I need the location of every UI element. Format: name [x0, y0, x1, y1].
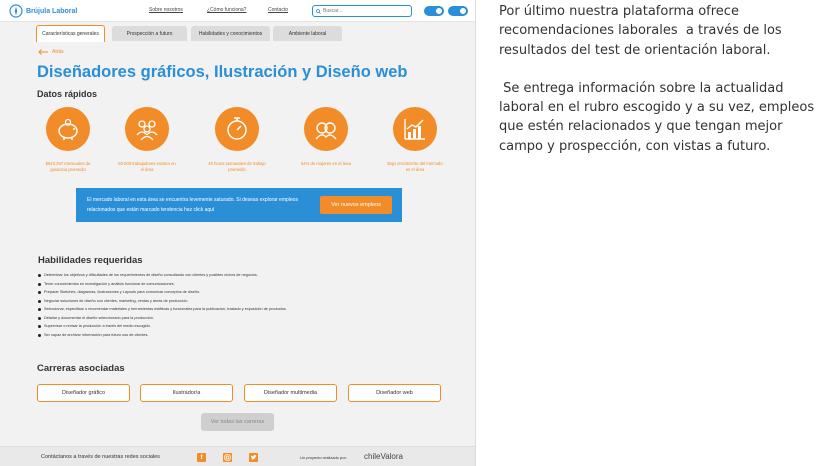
tab-skills-knowledge[interactable]: Habilidades y conocimientos [191, 26, 270, 41]
view-all-careers-button[interactable]: Ver todas las carreras [201, 413, 274, 431]
quick-facts-heading: Datos rápidos [37, 89, 98, 99]
list-item: Seleccionar, especificar o recomendar ma… [38, 305, 348, 314]
back-label: Atrás [52, 49, 64, 55]
description-paragraph-2: Se entrega información sobre la actualid… [499, 80, 818, 154]
compass-logo-icon [9, 4, 23, 18]
workers-icon [136, 120, 158, 141]
stat-label: $643.257 mensuales de ganancia promedio [45, 161, 91, 172]
stopwatch-icon [227, 117, 247, 140]
site-footer: Contáctanos a través de nuestras redes s… [0, 446, 475, 466]
search-icon [316, 8, 321, 14]
stat-label: 50.000 trabajadores existen en el área [118, 161, 176, 172]
list-item: Determinar los objetivos y dificultades … [38, 271, 348, 280]
stat-salary: $643.257 mensuales de ganancia promedio [38, 107, 98, 172]
tab-future-prospects[interactable]: Prospección a futuro [112, 26, 187, 41]
description-paragraph-1: Por último nuestra plataforma ofrece rec… [499, 4, 786, 58]
tab-general-features[interactable]: Características generales [36, 25, 105, 42]
list-item: Detallar y documentar el diseño seleccio… [38, 314, 348, 323]
list-item: Supervisar o revisar la producción a tra… [38, 322, 348, 331]
stat-workers: 50.000 trabajadores existen en el área [117, 107, 177, 172]
stat-hours: 40 horas semanales de trabajo promedio [207, 107, 267, 172]
skills-heading: Habilidades requeridas [38, 255, 143, 266]
market-banner: El mercado laboral en esta área se encue… [76, 188, 402, 222]
instagram-glyph [224, 454, 231, 461]
list-item: Tener conocimientos en investigación y a… [38, 280, 348, 289]
footer-project-text: Un proyecto realizado por: [300, 455, 347, 460]
stat-circle [46, 107, 90, 151]
site-header: Brújula Laboral Sobre nosotros ¿Cómo fun… [0, 0, 475, 22]
stat-growth: Bajo crecimiento del mercado en el área [385, 107, 445, 172]
nav-link-contact[interactable]: Contacto [268, 7, 288, 13]
toggle-switch-2[interactable] [448, 6, 468, 16]
piggy-bank-icon [58, 118, 78, 140]
list-item: Preparar Sketches, diagramas, Ilustracio… [38, 288, 348, 297]
career-button-web-designer[interactable]: Diseñador web [348, 384, 441, 402]
stat-women: 54% de mujeres en el área [296, 107, 356, 167]
view-new-jobs-button[interactable]: Ver nuevos empleos [320, 196, 392, 214]
search-input[interactable] [323, 8, 403, 14]
chilevalora-logo[interactable]: chileValora [364, 452, 403, 461]
stat-circle [304, 107, 348, 151]
career-button-illustrator[interactable]: Ilustrador/a [140, 384, 233, 402]
stat-circle [393, 107, 437, 151]
career-button-multimedia-designer[interactable]: Diseñador multimedia [244, 384, 337, 402]
list-item: Negociar soluciones de diseño con client… [38, 297, 348, 306]
nav-link-about[interactable]: Sobre nosotros [149, 7, 183, 13]
app-screenshot: Brújula Laboral Sobre nosotros ¿Cómo fun… [0, 0, 476, 466]
stat-label: Bajo crecimiento del mercado en el área [387, 161, 443, 172]
toggle-knob [459, 7, 467, 15]
footer-social-text: Contáctanos a través de nuestras redes s… [41, 454, 160, 460]
page-title: Diseñadores gráficos, Ilustración y Dise… [37, 63, 408, 81]
twitter-icon[interactable] [249, 453, 258, 462]
career-button-graphic-designer[interactable]: Diseñador gráfico [37, 384, 130, 402]
careers-heading: Carreras asociadas [37, 363, 125, 374]
stat-label: 40 horas semanales de trabajo promedio [208, 161, 266, 172]
arrow-left-icon [38, 49, 48, 55]
twitter-glyph [250, 454, 257, 460]
back-link[interactable]: Atrás [38, 49, 64, 55]
stat-circle [125, 107, 169, 151]
logo-text: Brújula Laboral [26, 7, 78, 15]
stat-label: 54% de mujeres en el área [300, 161, 352, 166]
skills-list: Determinar los objetivos y dificultades … [38, 271, 348, 339]
banner-text: El mercado laboral en esta área se encue… [87, 197, 298, 213]
tab-work-environment[interactable]: Ambiente laboral [273, 26, 342, 41]
toggle-switch-1[interactable] [424, 6, 444, 16]
description-panel: Por último nuestra plataforma ofrece rec… [499, 2, 817, 156]
nav-link-how-it-works[interactable]: ¿Cómo funciona? [207, 7, 246, 13]
growth-chart-icon [404, 119, 425, 140]
search-box[interactable] [312, 5, 412, 17]
list-item: Ser capaz de archivar información para f… [38, 331, 348, 340]
logo[interactable]: Brújula Laboral [9, 4, 77, 18]
facebook-icon[interactable]: f [197, 453, 206, 462]
women-icon [315, 122, 337, 140]
instagram-icon[interactable] [223, 453, 232, 462]
stat-circle [215, 107, 259, 151]
toggle-knob [435, 7, 443, 15]
